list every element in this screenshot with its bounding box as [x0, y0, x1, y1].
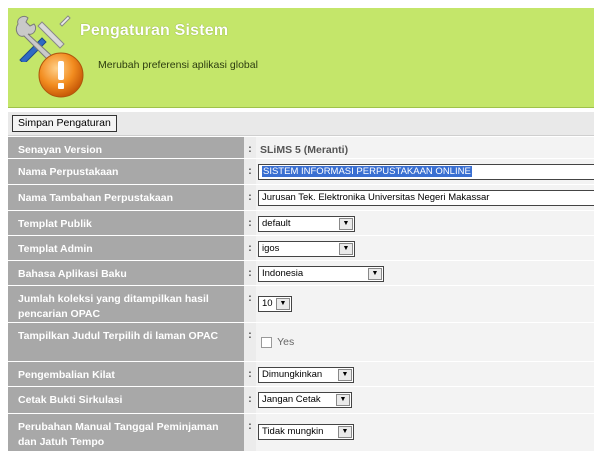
public-template-select[interactable]: default ▼ — [258, 216, 355, 232]
colon: : — [244, 286, 256, 322]
chevron-down-icon[interactable]: ▼ — [368, 268, 382, 280]
label-manual-dates: Perubahan Manual Tanggal Peminjaman dan … — [8, 414, 244, 451]
row-default-language: Bahasa Aplikasi Baku : Indonesia ▼ — [8, 261, 594, 286]
colon: : — [244, 159, 256, 184]
label-senayan-version: Senayan Version — [8, 137, 244, 158]
default-language-value: Indonesia — [262, 268, 304, 279]
print-receipt-select[interactable]: Jangan Cetak ▼ — [258, 392, 352, 408]
colon: : — [244, 211, 256, 235]
chevron-down-icon[interactable]: ▼ — [276, 298, 290, 310]
label-admin-template: Templat Admin — [8, 236, 244, 260]
manual-dates-select[interactable]: Tidak mungkin ▼ — [258, 424, 354, 440]
opac-results-select[interactable]: 10 ▼ — [258, 296, 292, 312]
label-library-subname: Nama Tambahan Perpustakaan — [8, 185, 244, 210]
page-subtitle: Merubah preferensi aplikasi global — [98, 59, 258, 71]
row-opac-results: Jumlah koleksi yang ditampilkan hasil pe… — [8, 286, 594, 323]
form-toolbar: Simpan Pengaturan — [8, 112, 594, 136]
quick-return-select[interactable]: Dimungkinkan ▼ — [258, 367, 354, 383]
page-title: Pengaturan Sistem — [80, 22, 229, 39]
chevron-down-icon[interactable]: ▼ — [336, 394, 350, 406]
label-library-name: Nama Perpustakaan — [8, 159, 244, 184]
row-library-name: Nama Perpustakaan : SISTEM INFORMASI PER… — [8, 159, 594, 185]
row-admin-template: Templat Admin : igos ▼ — [8, 236, 594, 261]
row-public-template: Templat Publik : default ▼ — [8, 211, 594, 236]
label-opac-results: Jumlah koleksi yang ditampilkan hasil pe… — [8, 286, 244, 322]
admin-template-value: igos — [262, 243, 280, 254]
library-name-selected-text: SISTEM INFORMASI PERPUSTAKAAN ONLINE — [262, 166, 472, 177]
label-default-language: Bahasa Aplikasi Baku — [8, 261, 244, 285]
quick-return-value: Dimungkinkan — [262, 369, 323, 380]
public-template-value: default — [262, 218, 291, 229]
senayan-version-value: SLiMS 5 (Meranti) — [260, 144, 349, 156]
chevron-down-icon[interactable]: ▼ — [338, 369, 352, 381]
page-header: Pengaturan Sistem Merubah preferensi apl… — [8, 8, 594, 108]
chevron-down-icon[interactable]: ▼ — [338, 426, 352, 438]
library-subname-input[interactable]: Jurusan Tek. Elektronika Universitas Neg… — [258, 190, 594, 206]
row-library-subname: Nama Tambahan Perpustakaan : Jurusan Tek… — [8, 185, 594, 211]
chevron-down-icon[interactable]: ▼ — [339, 218, 353, 230]
label-public-template: Templat Publik — [8, 211, 244, 235]
promoted-titles-checkbox-label[interactable]: Yes — [277, 336, 294, 348]
default-language-select[interactable]: Indonesia ▼ — [258, 266, 384, 282]
label-promoted-titles: Tampilkan Judul Terpilih di laman OPAC — [8, 323, 244, 361]
manual-dates-value: Tidak mungkin — [262, 426, 324, 437]
admin-template-select[interactable]: igos ▼ — [258, 241, 355, 257]
row-promoted-titles: Tampilkan Judul Terpilih di laman OPAC :… — [8, 323, 594, 362]
settings-form: Senayan Version : SLiMS 5 (Meranti) Nama… — [8, 137, 594, 452]
colon: : — [244, 261, 256, 285]
library-name-input[interactable]: SISTEM INFORMASI PERPUSTAKAAN ONLINE — [258, 164, 594, 180]
row-quick-return: Pengembalian Kilat : Dimungkinkan ▼ — [8, 362, 594, 387]
row-senayan-version: Senayan Version : SLiMS 5 (Meranti) — [8, 137, 594, 159]
colon: : — [244, 323, 256, 361]
print-receipt-value: Jangan Cetak — [262, 394, 321, 405]
row-manual-dates: Perubahan Manual Tanggal Peminjaman dan … — [8, 414, 594, 452]
opac-results-value: 10 — [262, 298, 273, 309]
chevron-down-icon[interactable]: ▼ — [339, 243, 353, 255]
save-settings-button[interactable]: Simpan Pengaturan — [12, 115, 117, 132]
label-print-receipt: Cetak Bukti Sirkulasi — [8, 387, 244, 413]
colon: : — [244, 185, 256, 210]
colon: : — [244, 414, 256, 451]
exclamation-icon — [36, 50, 86, 100]
colon: : — [244, 236, 256, 260]
colon: : — [244, 137, 256, 158]
promoted-titles-checkbox[interactable] — [261, 336, 272, 348]
label-quick-return: Pengembalian Kilat — [8, 362, 244, 386]
colon: : — [244, 387, 256, 413]
row-print-receipt: Cetak Bukti Sirkulasi : Jangan Cetak ▼ — [8, 387, 594, 414]
colon: : — [244, 362, 256, 386]
